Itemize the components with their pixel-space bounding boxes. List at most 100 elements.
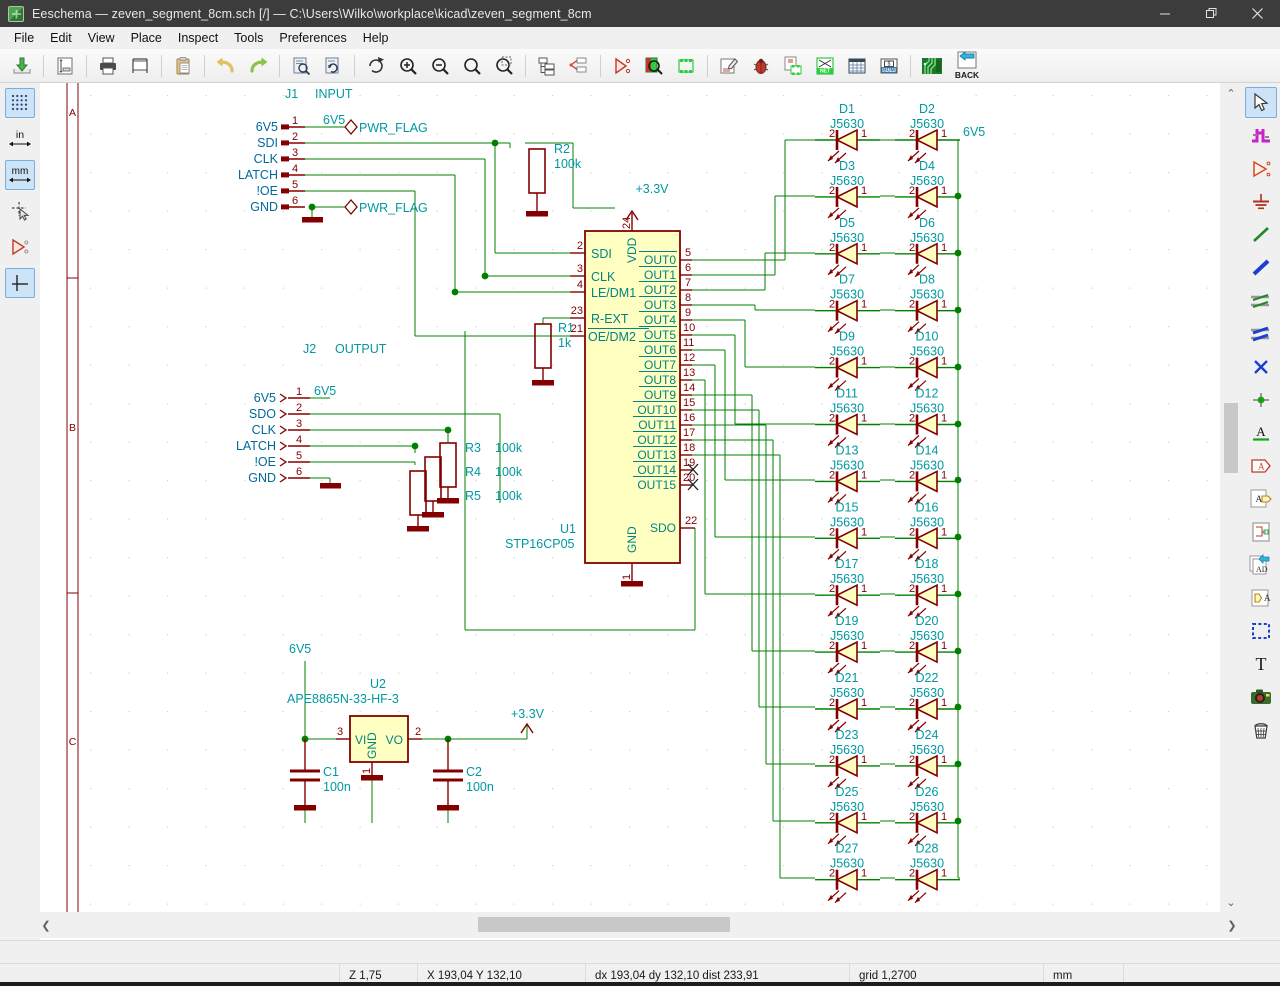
minimize-button[interactable]	[1142, 0, 1188, 27]
u2-value: APE8865N-33-HF-3	[287, 692, 399, 706]
horizontal-scrollbar[interactable]: ❮ ❯	[36, 912, 1242, 938]
place-global-label-tool[interactable]: A	[1240, 450, 1277, 481]
draw-rectangle-tool[interactable]	[1240, 615, 1277, 646]
netlist-button[interactable]: NET	[810, 51, 840, 81]
svg-text:21: 21	[571, 323, 583, 335]
u1-gnd-name: GND	[625, 526, 639, 553]
menu-tools[interactable]: Tools	[226, 28, 271, 48]
menu-help[interactable]: Help	[355, 28, 397, 48]
j2-pin-labels: 6V5 SDO CLK LATCH !OE GND	[236, 391, 277, 485]
scroll-down-arrow[interactable]: ⌄	[1220, 892, 1242, 912]
toolbar-separator	[707, 54, 708, 77]
plot-button[interactable]	[125, 51, 155, 81]
svg-text:OUT3: OUT3	[644, 298, 676, 312]
vertical-scrollbar[interactable]: ⌃ ⌄	[1220, 83, 1242, 912]
select-tool[interactable]	[1245, 87, 1277, 118]
import-sheet-pin-tool[interactable]: AD	[1240, 549, 1277, 580]
find-replace-button[interactable]	[318, 51, 348, 81]
symbol-editor-button[interactable]	[714, 51, 744, 81]
menu-preferences[interactable]: Preferences	[271, 28, 354, 48]
place-hierarchical-label-tool[interactable]: AD	[1240, 483, 1277, 514]
image-tool[interactable]	[1240, 681, 1277, 712]
draw-bus-tool[interactable]	[1240, 252, 1277, 283]
led-value: J5630	[830, 458, 864, 472]
redo-button[interactable]	[243, 51, 273, 81]
paste-button[interactable]	[168, 51, 198, 81]
close-button[interactable]	[1234, 0, 1280, 27]
toggle-cursor-button[interactable]	[5, 196, 35, 226]
erc-button[interactable]	[639, 51, 669, 81]
svg-text:GND: GND	[250, 200, 278, 214]
menu-inspect[interactable]: Inspect	[170, 28, 226, 48]
place-symbol-tool[interactable]	[1240, 153, 1277, 184]
import-footprint-assign-button[interactable]	[778, 51, 808, 81]
schematic-canvas[interactable]: A B C J1 INPUT 1 2 3 4 5 6 6V5 SDI CLK L…	[40, 83, 1242, 940]
run-pcbnew-button[interactable]	[917, 51, 947, 81]
wire-to-bus-entry-tool[interactable]	[1240, 285, 1277, 316]
svg-text:OUT0: OUT0	[644, 253, 676, 267]
delete-tool[interactable]	[1240, 714, 1277, 745]
led-symbol: 2 1D9J5630	[827, 330, 867, 392]
units-inches-button[interactable]: in	[5, 124, 35, 154]
u2-gnd-number: 1	[361, 768, 373, 774]
zoom-fit-button[interactable]	[457, 51, 487, 81]
draw-wire-tool[interactable]	[1240, 219, 1277, 250]
undo-button[interactable]	[211, 51, 241, 81]
page-settings-button[interactable]	[50, 51, 80, 81]
bus-to-bus-entry-tool[interactable]	[1240, 318, 1277, 349]
toggle-grid-button[interactable]	[5, 88, 35, 118]
scroll-up-arrow[interactable]: ⌃	[1220, 83, 1242, 103]
vertical-scroll-thumb[interactable]	[1224, 403, 1238, 473]
j2-female-pins	[279, 393, 288, 483]
units-inches-label: in	[16, 129, 24, 141]
hierarchy-navigator-button[interactable]	[532, 51, 562, 81]
place-hierarchical-sheet-tool[interactable]	[1240, 516, 1277, 547]
bom-export-button[interactable]: $ BOM	[874, 51, 904, 81]
led-symbol: 2 1D15J5630	[827, 500, 867, 562]
zoom-in-button[interactable]	[393, 51, 423, 81]
svg-text:NET: NET	[820, 68, 831, 74]
toolbar-separator	[600, 54, 601, 77]
page-row-label-b: B	[69, 422, 76, 434]
svg-text:R-EXT: R-EXT	[591, 312, 629, 326]
horizontal-scroll-track[interactable]	[56, 912, 1222, 938]
led-ref: D26	[916, 785, 939, 799]
schematic-drawing[interactable]: A B C J1 INPUT 1 2 3 4 5 6 6V5 SDI CLK L…	[40, 83, 1241, 940]
svg-text:SDI: SDI	[257, 136, 278, 150]
annotate-button[interactable]	[607, 51, 637, 81]
led-value: J5630	[910, 629, 944, 643]
save-sheet-button[interactable]	[7, 51, 37, 81]
maximize-button[interactable]	[1188, 0, 1234, 27]
toggle-hv-wires-button[interactable]	[5, 268, 35, 298]
place-power-port-tool[interactable]	[1240, 186, 1277, 217]
back-import-button[interactable]: BACK	[949, 50, 985, 81]
highlight-net-tool[interactable]	[1240, 120, 1277, 151]
place-junction-tool[interactable]	[1240, 384, 1277, 415]
toggle-hidden-pins-button[interactable]	[5, 232, 35, 262]
refresh-button[interactable]	[361, 51, 391, 81]
zoom-out-button[interactable]	[425, 51, 455, 81]
leave-sheet-button[interactable]	[564, 51, 594, 81]
place-no-connect-tool[interactable]	[1240, 351, 1277, 382]
menu-view[interactable]: View	[80, 28, 123, 48]
menu-edit[interactable]: Edit	[42, 28, 80, 48]
zoom-area-button[interactable]	[489, 51, 519, 81]
scroll-left-arrow[interactable]: ❮	[36, 912, 56, 938]
spreadsheet-button[interactable]	[842, 51, 872, 81]
svg-text:LE/DM1: LE/DM1	[591, 286, 636, 300]
led-ref: D23	[836, 728, 859, 742]
print-button[interactable]	[93, 51, 123, 81]
menu-file[interactable]: File	[6, 28, 42, 48]
scroll-right-arrow[interactable]: ❯	[1222, 912, 1242, 938]
find-button[interactable]	[286, 51, 316, 81]
horizontal-scroll-thumb[interactable]	[478, 917, 730, 932]
units-mm-button[interactable]: mm	[5, 160, 35, 190]
menu-place[interactable]: Place	[123, 28, 170, 48]
simulator-button[interactable]	[746, 51, 776, 81]
pwr-flag-2: PWR_FLAG	[302, 199, 428, 223]
place-sheet-pin-tool[interactable]: A	[1240, 582, 1277, 613]
place-net-label-tool[interactable]: A	[1240, 417, 1277, 448]
footprint-assign-button[interactable]	[671, 51, 701, 81]
led-value: J5630	[830, 402, 864, 416]
place-text-tool[interactable]: T	[1240, 648, 1277, 679]
